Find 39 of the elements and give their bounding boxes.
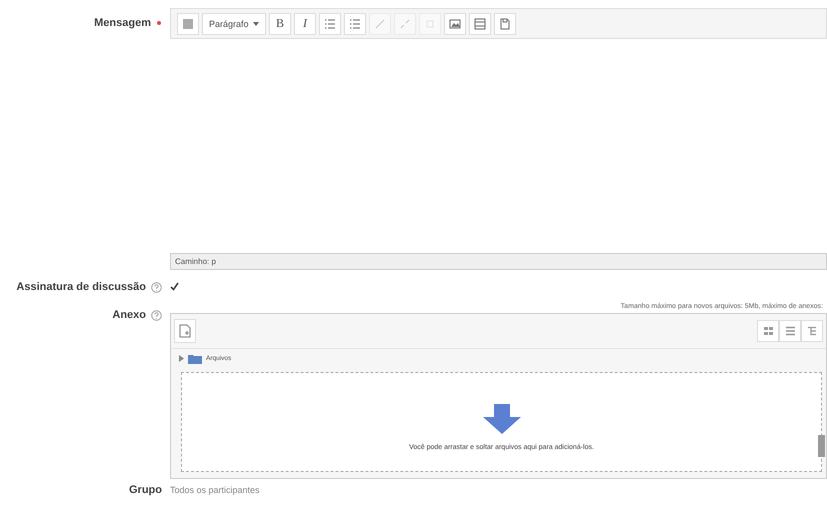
checkbox[interactable]	[170, 282, 179, 291]
tree-view-button[interactable]	[801, 320, 823, 342]
down-arrow-icon	[482, 404, 520, 434]
list-view-button[interactable]	[779, 320, 801, 342]
image-icon	[449, 18, 461, 30]
toolbar-button[interactable]	[444, 12, 466, 34]
help-icon[interactable]	[151, 282, 162, 292]
folder-icon	[188, 354, 202, 364]
media-icon	[474, 18, 486, 30]
bold-button[interactable]: B	[269, 12, 291, 34]
field-label: Mensagem	[94, 17, 151, 29]
group-value: Todos os participantes	[170, 485, 260, 495]
list-icon	[784, 326, 796, 336]
toolbar-button[interactable]	[177, 12, 199, 34]
grid-icon	[762, 326, 774, 336]
toolbar-button[interactable]	[319, 12, 341, 34]
bullet-list-icon	[324, 18, 336, 30]
tree-icon	[806, 326, 818, 336]
icon-view-button[interactable]	[757, 320, 779, 342]
resize-handle[interactable]	[818, 435, 825, 457]
add-file-button[interactable]	[174, 319, 196, 343]
field-label: Assinatura de discussão	[16, 281, 146, 293]
element-path: Caminho: p	[175, 257, 216, 266]
add-file-icon	[179, 324, 191, 338]
caret-icon	[253, 22, 259, 26]
toolbar-button[interactable]	[344, 12, 366, 34]
square-icon	[182, 18, 194, 30]
document-icon	[499, 18, 511, 30]
field-label: Anexo	[112, 309, 146, 321]
unlink-icon	[399, 18, 411, 30]
format-dropdown[interactable]: Parágrafo	[202, 12, 266, 34]
field-label: Grupo	[129, 484, 162, 496]
toolbar-button[interactable]	[469, 12, 491, 34]
toolbar-button[interactable]	[494, 12, 516, 34]
link-icon	[374, 18, 386, 30]
arrow-icon	[179, 355, 184, 362]
italic-button[interactable]: I	[294, 12, 316, 34]
help-icon[interactable]	[151, 310, 162, 320]
numbered-list-icon	[349, 18, 361, 30]
